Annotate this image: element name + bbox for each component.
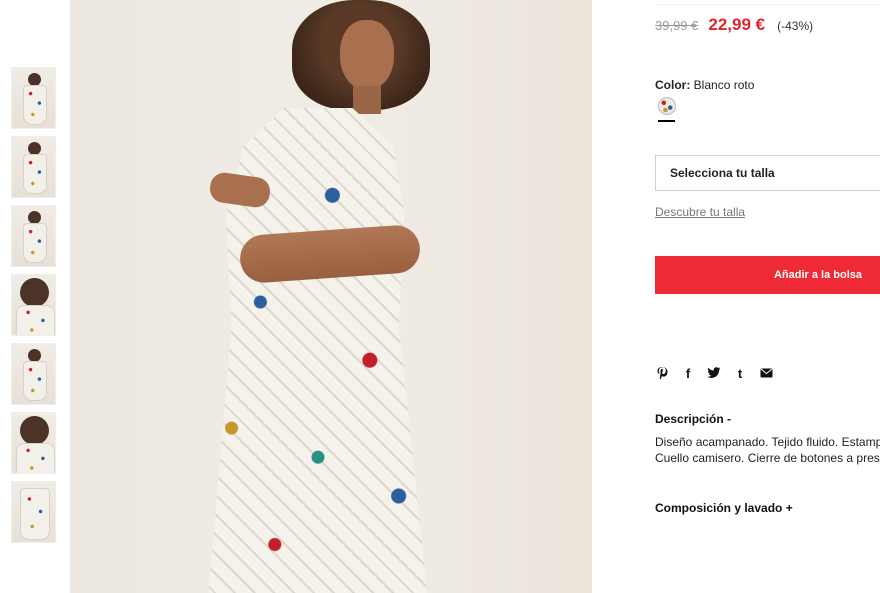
thumbnail-3[interactable] xyxy=(11,205,56,267)
email-icon[interactable] xyxy=(759,366,773,380)
tumblr-icon[interactable]: t xyxy=(733,366,747,381)
product-main-image[interactable] xyxy=(70,0,592,593)
thumbnail-model-head xyxy=(20,416,49,445)
composition-toggle[interactable]: Composición y lavado + xyxy=(655,501,793,515)
facebook-icon[interactable]: f xyxy=(681,366,695,381)
old-price: 39,99 € xyxy=(655,18,699,33)
thumbnail-list xyxy=(11,67,56,550)
color-name: Blanco roto xyxy=(693,78,755,92)
thumbnail-dress xyxy=(23,361,47,401)
thumbnail-1[interactable] xyxy=(11,67,56,129)
model-face xyxy=(340,20,394,90)
add-to-bag-button[interactable]: Añadir a la bolsa xyxy=(655,256,880,294)
selected-swatch-indicator xyxy=(658,120,675,122)
thumbnail-6[interactable] xyxy=(11,412,56,474)
color-swatch[interactable] xyxy=(658,97,676,115)
size-select[interactable]: Selecciona tu talla xyxy=(655,155,880,191)
description-title[interactable]: Descripción - xyxy=(655,412,731,426)
description-line-2: Cuello camisero. Cierre de botones a pre… xyxy=(655,451,880,465)
thumbnail-dress xyxy=(23,223,47,263)
thumbnail-7[interactable] xyxy=(11,481,56,543)
thumbnail-dress xyxy=(20,488,50,540)
add-to-bag-label: Añadir a la bolsa xyxy=(773,269,863,281)
price-block: 39,99 € 22,99 € (-43%) xyxy=(655,15,813,35)
description-text: Diseño acampanado. Tejido fluido. Estamp… xyxy=(655,434,880,466)
discount-badge: (-43%) xyxy=(777,19,814,33)
thumbnail-4[interactable] xyxy=(11,274,56,336)
thumbnail-5[interactable] xyxy=(11,343,56,405)
thumbnail-dress xyxy=(16,305,55,335)
pinterest-icon[interactable] xyxy=(655,366,669,380)
size-placeholder: Selecciona tu talla xyxy=(670,166,775,180)
share-icons: f t xyxy=(655,366,773,381)
thumbnail-dress xyxy=(16,443,55,473)
description-line-1: Diseño acampanado. Tejido fluido. Estamp… xyxy=(655,435,880,449)
color-label: Color: xyxy=(655,78,691,92)
sale-price: 22,99 € xyxy=(708,15,766,34)
top-divider xyxy=(655,4,880,5)
thumbnail-2[interactable] xyxy=(11,136,56,198)
thumbnail-model-head xyxy=(20,278,49,307)
thumbnail-dress xyxy=(23,85,47,125)
thumbnail-dress xyxy=(23,154,47,194)
size-guide-link[interactable]: Descubre tu talla xyxy=(655,205,745,219)
color-label-row: Color: Blanco roto xyxy=(655,78,754,92)
model-neck xyxy=(353,86,381,114)
twitter-icon[interactable] xyxy=(707,366,721,380)
